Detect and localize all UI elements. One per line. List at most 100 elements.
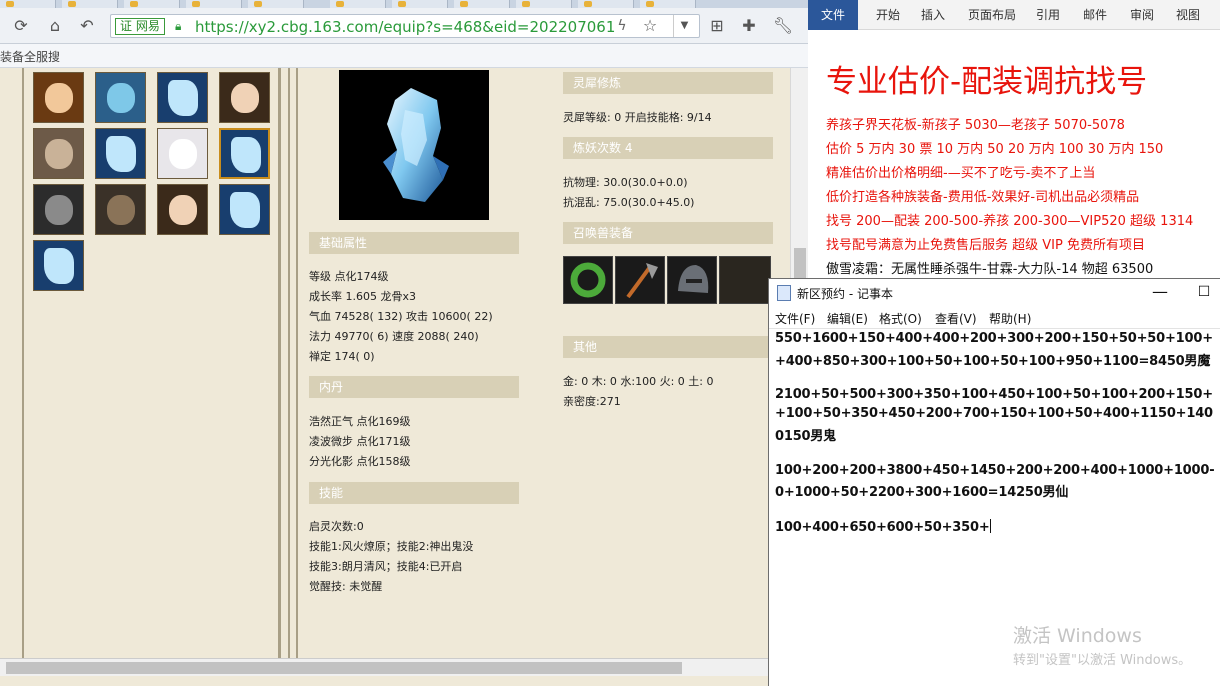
horizontal-scrollbar[interactable] xyxy=(0,658,808,676)
maximize-button[interactable]: ☐ xyxy=(1193,281,1215,303)
browser-tab[interactable] xyxy=(248,0,304,8)
menu-item[interactable]: 编辑(E) xyxy=(827,310,868,327)
browser-tab[interactable] xyxy=(330,0,386,8)
pet-avatar-icon xyxy=(169,195,197,225)
ribbon-tab[interactable]: 邮件 xyxy=(1083,0,1107,30)
notepad-icon xyxy=(777,285,791,301)
neidan-line: 浩然正气 点化169级 xyxy=(309,415,411,428)
document-line: 傲雪凌霜：无属性睡杀强牛-甘霖-大力队-14 物超 63500 xyxy=(826,262,1154,277)
home-icon[interactable]: ⌂ xyxy=(44,15,66,37)
helmet-icon xyxy=(678,265,709,293)
menu-item[interactable]: 帮助(H) xyxy=(989,310,1031,327)
back-icon[interactable]: ↶ xyxy=(76,15,98,37)
browser-tab[interactable] xyxy=(124,0,180,8)
pet-tile[interactable] xyxy=(157,128,208,179)
browser-window: ⟳ ⌂ ↶ 证 网易 🔒︎ https://xy2.cbg.163.com/eq… xyxy=(0,0,808,686)
pet-avatar-icon xyxy=(107,195,135,225)
pet-tile[interactable] xyxy=(95,128,146,179)
menu-item[interactable]: 查看(V) xyxy=(935,310,977,327)
pet-tile[interactable] xyxy=(33,184,84,235)
equip-slot[interactable] xyxy=(563,256,613,304)
browser-tab[interactable] xyxy=(640,0,696,8)
browser-tab[interactable] xyxy=(186,0,242,8)
dropdown-icon[interactable]: ▼ xyxy=(673,15,695,37)
pet-avatar-icon xyxy=(107,83,135,113)
scroll-thumb[interactable] xyxy=(6,662,682,674)
equip-slot[interactable] xyxy=(667,256,717,304)
equip-slot[interactable] xyxy=(719,256,771,304)
pet-tile[interactable] xyxy=(95,184,146,235)
activation-watermark-subtitle: 转到"设置"以激活 Windows。 xyxy=(1013,653,1192,668)
attribute-line: 气血 74528( 132) 攻击 10600( 22) xyxy=(309,310,493,323)
menu-item[interactable]: 格式(O) xyxy=(879,310,922,327)
ribbon-tab[interactable]: 插入 xyxy=(921,0,945,30)
reload-icon[interactable]: ⟳ xyxy=(10,15,32,37)
document-line: 养孩子界天花板-新孩子 5030—老孩子 5070-5078 xyxy=(826,118,1125,133)
document-title: 专业估价-配装调抗找号 xyxy=(826,64,1148,100)
document-line: 精准估价出价格明细-—买不了吃亏-卖不了上当 xyxy=(826,166,1096,181)
pet-tile[interactable] xyxy=(157,72,208,123)
pet-avatar-icon xyxy=(45,139,73,169)
attribute-line: 法力 49770( 6) 速度 2088( 240) xyxy=(309,330,479,343)
url-text[interactable]: https://xy2.cbg.163.com/equip?s=468&eid=… xyxy=(195,18,615,36)
minimize-button[interactable]: — xyxy=(1149,281,1171,303)
browser-tab[interactable] xyxy=(454,0,510,8)
bookmark-item[interactable]: 装备全服搜 xyxy=(0,48,60,65)
resistance-line: 抗物理: 30.0(30.0+0.0) xyxy=(563,176,688,189)
tab-strip xyxy=(0,0,808,8)
ice-spirit-image xyxy=(383,88,449,202)
title-bar[interactable]: 新区预约 - 记事本 — ☐ xyxy=(769,279,1220,307)
ribbon-tab[interactable]: 审阅 xyxy=(1130,0,1154,30)
lock-icon: 🔒︎ xyxy=(175,19,182,33)
resistance-line: 抗混乱: 75.0(30.0+45.0) xyxy=(563,196,695,209)
lightning-icon[interactable]: ϟ xyxy=(611,15,633,37)
text-line: 0+1000+50+2200+300+1600=14250男仙 xyxy=(775,485,1069,501)
ribbon-tab[interactable]: 视图 xyxy=(1176,0,1200,30)
other-line: 亲密度:271 xyxy=(563,395,621,408)
document-line: 低价打造各种族装备-费用低-效果好-司机出品必须精品 xyxy=(826,190,1140,205)
ribbon-tab[interactable]: 引用 xyxy=(1036,0,1060,30)
apps-icon[interactable]: ⊞ xyxy=(706,15,728,37)
pet-tile[interactable] xyxy=(33,128,84,179)
divider xyxy=(288,68,290,658)
pet-tile[interactable] xyxy=(219,72,270,123)
neidan-line: 凌波微步 点化171级 xyxy=(309,435,411,448)
equip-slot[interactable] xyxy=(615,256,665,304)
pet-tile[interactable] xyxy=(157,184,208,235)
address-bar[interactable]: 证 网易 🔒︎ https://xy2.cbg.163.com/equip?s=… xyxy=(110,14,700,38)
pet-tile[interactable] xyxy=(219,128,270,179)
pet-avatar-icon xyxy=(230,192,260,228)
site-identity-badge[interactable]: 证 网易 xyxy=(115,18,165,35)
section-header-other: 其他 xyxy=(563,336,773,358)
text-caret xyxy=(989,519,991,533)
browser-tab[interactable] xyxy=(62,0,118,8)
browser-tab[interactable] xyxy=(516,0,572,8)
browser-tab[interactable] xyxy=(392,0,448,8)
star-icon[interactable]: ☆ xyxy=(639,15,661,37)
activation-watermark-title: 激活 Windows xyxy=(1013,625,1142,647)
pet-tile[interactable] xyxy=(95,72,146,123)
pet-tile[interactable] xyxy=(33,72,84,123)
ribbon-tab[interactable]: 文件 xyxy=(808,0,858,30)
ring-icon xyxy=(570,262,606,298)
pet-avatar-icon xyxy=(106,136,136,172)
divider xyxy=(22,68,24,658)
pet-tile[interactable] xyxy=(33,240,84,291)
browser-tab[interactable] xyxy=(0,0,56,8)
ribbon-tab[interactable]: 开始 xyxy=(876,0,900,30)
pet-avatar-icon xyxy=(45,83,73,113)
skill-line: 启灵次数:0 xyxy=(309,520,364,533)
menu-item[interactable]: 文件(F) xyxy=(775,310,815,327)
window-title: 新区预约 - 记事本 xyxy=(797,287,893,301)
axe-icon xyxy=(626,263,658,299)
text-line: 100+200+200+3800+450+1450+200+200+400+10… xyxy=(775,462,1215,478)
pet-tile[interactable] xyxy=(219,184,270,235)
equip-detail-page: 基础属性 等级 点化174级 成长率 1.605 龙骨x3 气血 74528( 13… xyxy=(0,68,808,658)
ribbon-tabs: 文件 开始 插入 页面布局 引用 邮件 审阅 视图 xyxy=(808,0,1220,30)
browser-tab[interactable] xyxy=(578,0,634,8)
text-line: +100+50+350+450+200+700+150+100+50+400+1… xyxy=(775,406,1213,422)
gamepad-icon[interactable]: ✚ xyxy=(738,15,760,37)
wrench-icon[interactable]: 🔧︎ xyxy=(772,15,794,37)
skill-line: 技能3:朗月清风；技能4:已开启 xyxy=(309,560,463,573)
ribbon-tab[interactable]: 页面布局 xyxy=(968,0,1016,30)
